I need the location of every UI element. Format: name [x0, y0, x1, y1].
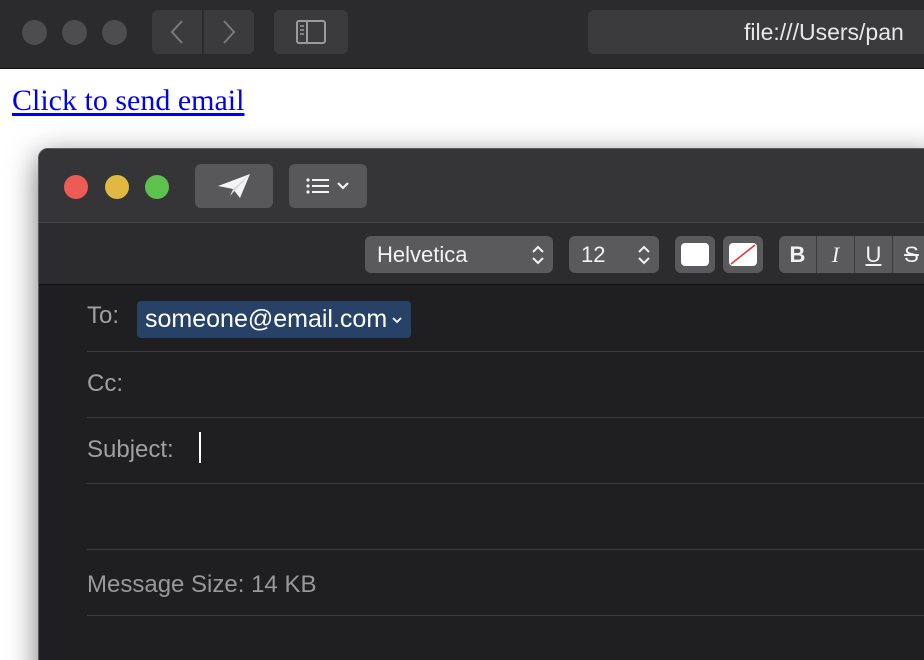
- cc-field[interactable]: Cc:: [87, 352, 924, 418]
- subject-field[interactable]: Subject:: [87, 418, 924, 484]
- font-size-popup[interactable]: 12: [569, 236, 659, 273]
- list-icon: [306, 178, 329, 194]
- address-bar[interactable]: file:///Users/pan: [588, 10, 924, 54]
- browser-close-button[interactable]: [22, 20, 47, 45]
- to-field[interactable]: To: someone@email.com: [87, 286, 924, 352]
- font-size-value: 12: [581, 242, 606, 267]
- recipient-address: someone@email.com: [145, 305, 388, 333]
- send-email-link[interactable]: Click to send email: [12, 84, 244, 118]
- cc-label: Cc:: [87, 370, 123, 397]
- browser-minimize-button[interactable]: [62, 20, 87, 45]
- text-cursor: [199, 432, 201, 463]
- recipient-token[interactable]: someone@email.com: [137, 301, 412, 338]
- background-color-well[interactable]: [723, 236, 763, 273]
- italic-button[interactable]: I: [817, 236, 854, 273]
- sidebar-icon: [296, 20, 326, 44]
- subject-label: Subject:: [87, 436, 174, 463]
- stepper-arrows-icon: [532, 245, 544, 265]
- to-label: To:: [87, 302, 120, 329]
- text-color-swatch: [681, 243, 709, 266]
- strikethrough-button[interactable]: S: [893, 236, 924, 273]
- compose-window: Helvetica 12 B I U S To: someone@email.c…: [38, 148, 924, 660]
- compose-toolbar: [39, 149, 924, 223]
- send-button[interactable]: [195, 164, 273, 208]
- compose-minimize-button[interactable]: [105, 175, 129, 199]
- compose-close-button[interactable]: [64, 175, 88, 199]
- text-color-well[interactable]: [675, 236, 715, 273]
- paper-plane-icon: [218, 174, 250, 198]
- underline-button[interactable]: U: [855, 236, 892, 273]
- font-family-popup[interactable]: Helvetica: [365, 236, 553, 273]
- compose-zoom-button[interactable]: [145, 175, 169, 199]
- format-bar: Helvetica 12 B I U S: [39, 223, 924, 285]
- background-color-swatch: [729, 243, 757, 266]
- back-button[interactable]: [152, 10, 202, 54]
- chevron-right-icon: [223, 20, 236, 44]
- history-nav: [152, 10, 254, 54]
- chevron-left-icon: [170, 20, 183, 44]
- bold-button[interactable]: B: [779, 236, 816, 273]
- header-spacer-row: [87, 484, 924, 550]
- forward-button[interactable]: [204, 10, 254, 54]
- font-family-value: Helvetica: [377, 242, 468, 267]
- chevron-down-icon: [337, 182, 349, 190]
- header-fields-menu-button[interactable]: [289, 164, 367, 208]
- no-color-icon: [730, 244, 756, 265]
- text-style-group: B I U S: [779, 236, 924, 273]
- browser-zoom-button[interactable]: [102, 20, 127, 45]
- message-size: Message Size: 14 KB: [87, 571, 317, 598]
- browser-toolbar: file:///Users/pan: [0, 0, 924, 69]
- stepper-arrows-icon: [638, 245, 650, 265]
- address-text: file:///Users/pan: [744, 19, 904, 45]
- chevron-down-icon: [392, 316, 402, 323]
- sidebar-toggle-button[interactable]: [274, 10, 348, 54]
- message-size-row: Message Size: 14 KB: [87, 550, 924, 616]
